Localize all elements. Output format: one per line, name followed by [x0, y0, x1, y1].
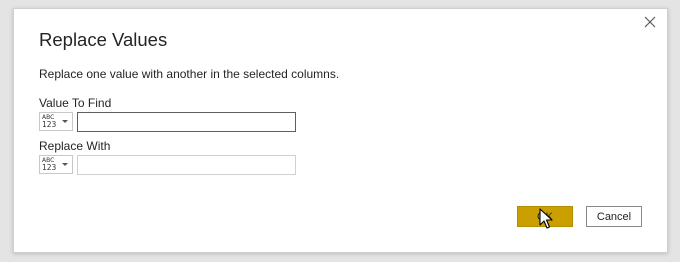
cancel-button[interactable]: Cancel: [586, 206, 642, 227]
ok-button[interactable]: OK: [517, 206, 573, 227]
replace-with-input[interactable]: [77, 155, 296, 175]
value-to-find-input[interactable]: [77, 112, 296, 132]
replace-with-type-dropdown[interactable]: ABC 123: [39, 155, 73, 174]
type-icon-123: 123: [42, 120, 57, 129]
replace-values-dialog: Replace Values Replace one value with an…: [13, 8, 668, 253]
chevron-down-icon: [62, 120, 68, 123]
replace-with-label: Replace With: [39, 139, 111, 153]
chevron-down-icon: [62, 163, 68, 166]
dialog-description: Replace one value with another in the se…: [39, 67, 340, 81]
value-to-find-type-dropdown[interactable]: ABC 123: [39, 112, 73, 131]
type-icon-123: 123: [42, 163, 57, 172]
close-icon[interactable]: [641, 13, 659, 31]
dialog-title: Replace Values: [39, 29, 168, 50]
value-to-find-label: Value To Find: [39, 96, 112, 110]
